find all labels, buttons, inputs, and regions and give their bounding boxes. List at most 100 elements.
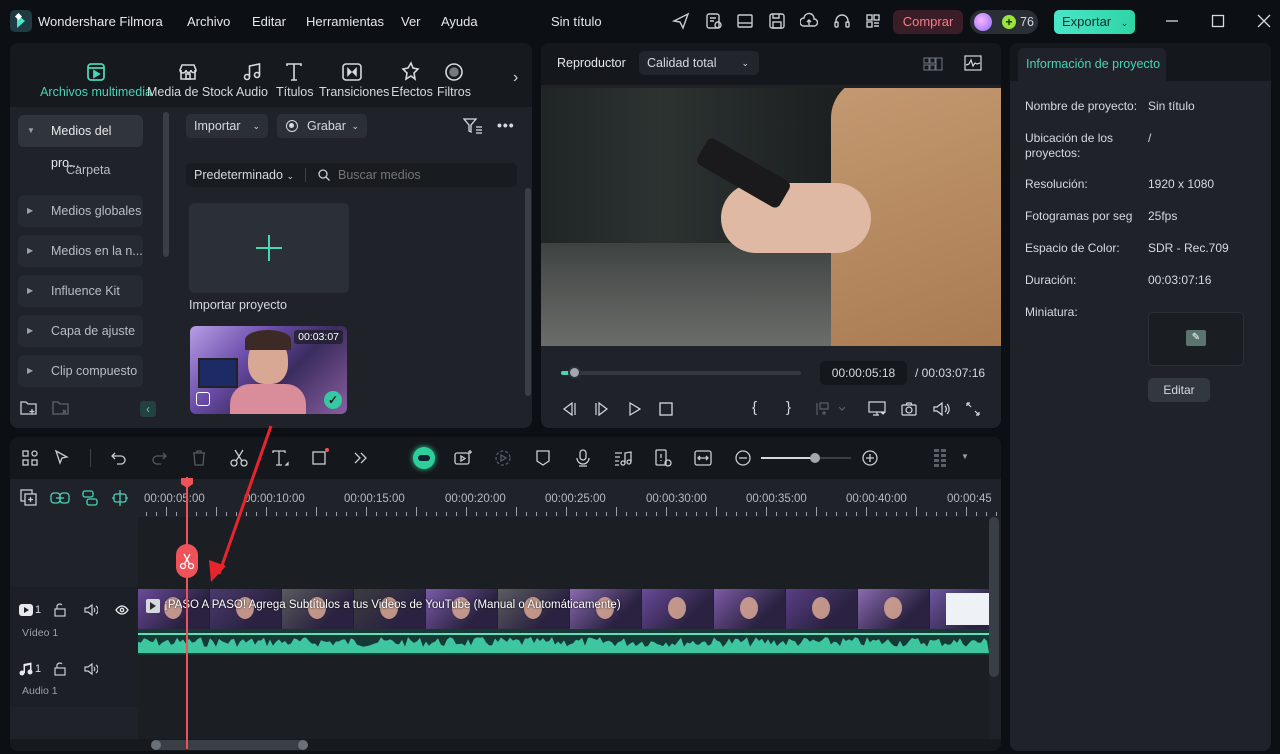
close-button[interactable]: [1255, 12, 1273, 30]
play-icon[interactable]: [627, 401, 643, 417]
tab-media-de-stock[interactable]: Media de Stock: [147, 43, 233, 107]
split-scissors-icon[interactable]: [229, 448, 249, 468]
previous-frame-icon[interactable]: [561, 401, 577, 417]
waveform-monitor-icon[interactable]: [964, 55, 982, 71]
tab-audio[interactable]: Audio: [234, 43, 270, 107]
search-input[interactable]: [338, 166, 508, 184]
quality-dropdown[interactable]: Calidad total ⌄: [639, 51, 759, 75]
menu-ver[interactable]: Ver: [401, 14, 421, 29]
sidebar-item-adjustment-layer[interactable]: ▶ Capa de ajuste: [18, 315, 143, 347]
delete-icon[interactable]: [189, 448, 209, 468]
link-clip-icon[interactable]: [50, 489, 70, 507]
tab-archivos-multimedia[interactable]: Archivos multimedia: [28, 43, 164, 107]
edit-thumbnail-button[interactable]: Editar: [1148, 378, 1210, 402]
snap-icon[interactable]: [81, 489, 99, 507]
menu-editar[interactable]: Editar: [252, 14, 286, 29]
split-at-playhead-button[interactable]: [176, 544, 198, 578]
text-tool-icon[interactable]: [270, 448, 290, 468]
filter-list-icon[interactable]: [463, 118, 483, 134]
sidebar-item-cloud-media[interactable]: ▶ Medios en la n...: [18, 235, 143, 267]
volume-icon[interactable]: [932, 401, 950, 417]
record-dropdown[interactable]: Grabar ⌄: [277, 114, 367, 138]
layout-icon[interactable]: [736, 12, 754, 30]
scroll-handle-left[interactable]: [151, 740, 161, 750]
display-settings-icon[interactable]: [868, 401, 886, 417]
select-tool-icon[interactable]: [52, 448, 72, 468]
crop-tool-icon[interactable]: [310, 448, 330, 468]
scroll-handle-right[interactable]: [298, 740, 308, 750]
grid-apps-icon[interactable]: [864, 12, 882, 30]
sidebar-item-compound-clip[interactable]: ▶ Clip compuesto: [18, 355, 143, 387]
progress-handle[interactable]: [568, 366, 582, 379]
menu-herramientas[interactable]: Herramientas: [306, 14, 384, 29]
task-list-icon[interactable]: [705, 12, 723, 30]
timeline-ruler[interactable]: 00:00:05:00 00:00:10:00 00:00:15:00 00:0…: [138, 479, 997, 517]
audio-mixer-icon[interactable]: [613, 448, 633, 468]
preview-render-icon[interactable]: [653, 448, 673, 468]
tab-efectos[interactable]: Efectos: [391, 43, 433, 107]
sidebar-scrollbar[interactable]: [163, 112, 169, 257]
buy-button[interactable]: Comprar: [893, 10, 963, 34]
tab-project-info[interactable]: Información de proyecto: [1018, 48, 1166, 81]
ai-video-icon[interactable]: [453, 448, 473, 468]
magnetic-icon[interactable]: [111, 489, 129, 507]
playback-progress[interactable]: [561, 366, 801, 379]
maximize-button[interactable]: [1209, 12, 1227, 30]
send-icon[interactable]: [672, 12, 690, 30]
collapse-sidebar-button[interactable]: ‹: [140, 401, 156, 417]
import-project-tile[interactable]: [189, 203, 349, 293]
mark-out-icon[interactable]: }: [786, 399, 791, 416]
sidebar-item-project-media[interactable]: ▼ Medios del pro...: [18, 115, 143, 170]
headset-icon[interactable]: [833, 12, 851, 30]
mark-in-icon[interactable]: {: [752, 399, 757, 416]
cloud-upload-icon[interactable]: [800, 12, 818, 30]
thumbnail-box[interactable]: ✎: [1148, 312, 1244, 366]
more-options-icon[interactable]: •••: [497, 117, 515, 133]
next-frame-icon[interactable]: [594, 401, 610, 417]
zoom-in-icon[interactable]: [860, 448, 880, 468]
media-clip-thumbnail[interactable]: 00:03:07 ✓: [190, 326, 347, 414]
track-height-icon[interactable]: [931, 448, 951, 468]
sidebar-item-influence-kit[interactable]: ▶ Influence Kit: [18, 275, 143, 307]
stop-icon[interactable]: [658, 401, 674, 417]
tab-transiciones[interactable]: Transiciones: [319, 43, 389, 107]
timeline-vscrollbar[interactable]: [989, 517, 999, 677]
zoom-slider[interactable]: [761, 453, 851, 463]
more-tools-icon[interactable]: [350, 448, 370, 468]
video-clip[interactable]: ¡PASO A PASO! Agrega Subtítulos a tus Vi…: [138, 589, 989, 629]
sort-dropdown[interactable]: Predeterminado ⌄: [194, 168, 294, 182]
fit-timeline-icon[interactable]: [693, 448, 713, 468]
visibility-icon[interactable]: [115, 603, 129, 617]
layout-panels-icon[interactable]: [20, 448, 40, 468]
tab-titulos[interactable]: Títulos: [276, 43, 314, 107]
track-area[interactable]: ¡PASO A PASO! Agrega Subtítulos a tus Vi…: [138, 517, 999, 739]
menu-archivo[interactable]: Archivo: [187, 14, 230, 29]
zoom-out-icon[interactable]: [733, 448, 753, 468]
delete-folder-icon[interactable]: [52, 400, 70, 416]
tab-filtros[interactable]: Filtros: [436, 43, 472, 107]
video-preview[interactable]: [541, 88, 1001, 346]
undo-icon[interactable]: [109, 448, 129, 468]
lock-icon[interactable]: [53, 662, 67, 676]
zoom-handle[interactable]: [810, 453, 820, 463]
auto-beat-icon[interactable]: [493, 448, 513, 468]
menu-ayuda[interactable]: Ayuda: [441, 14, 478, 29]
marker-icon[interactable]: [533, 448, 553, 468]
layout-grid-icon[interactable]: [923, 57, 943, 71]
redo-icon[interactable]: [149, 448, 169, 468]
insert-clip-icon[interactable]: [815, 401, 845, 417]
media-scrollbar[interactable]: [525, 188, 531, 396]
timeline-hscrollbar[interactable]: [151, 740, 308, 750]
tabs-next-icon[interactable]: ›: [513, 69, 518, 87]
mute-icon[interactable]: [84, 662, 98, 676]
minimize-button[interactable]: [1163, 12, 1181, 30]
lock-icon[interactable]: [53, 603, 67, 617]
avatar[interactable]: [974, 13, 992, 31]
microphone-icon[interactable]: [573, 448, 593, 468]
ai-assistant-icon[interactable]: [413, 447, 435, 469]
current-time[interactable]: 00:00:05:18: [820, 361, 907, 385]
caret-down-icon[interactable]: ▼: [961, 452, 969, 461]
new-folder-icon[interactable]: [20, 400, 38, 416]
sidebar-folder[interactable]: Carpeta: [66, 163, 110, 177]
import-dropdown[interactable]: Importar ⌄: [186, 114, 268, 138]
